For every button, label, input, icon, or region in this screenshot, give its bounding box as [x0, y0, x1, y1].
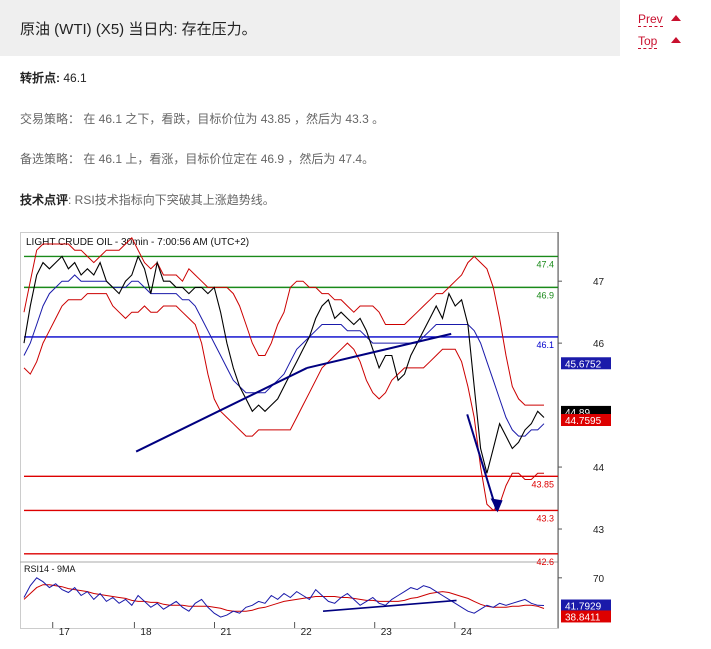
trading-strategy: 交易策略： 在 46.1 之下，看跌，目标价位为 43.85 ，然后为 43.3… [20, 112, 385, 126]
page-title: 原油 (WTI) (X5) 当日内: 存在压力。 [20, 21, 257, 38]
prev-link[interactable]: Prev [638, 12, 663, 27]
x-tick-label-22: 22 [301, 627, 313, 638]
alternative-strategy: 备选策略： 在 46.1 上，看涨，目标价位定在 46.9 ，然后为 47.4。 [20, 152, 375, 166]
y-tick-label-46: 46 [593, 339, 605, 350]
header-bar: 原油 (WTI) (X5) 当日内: 存在压力。 [0, 0, 620, 56]
price-marker-label-blue: 45.6752 [565, 359, 602, 370]
rsi-ma-label: 38.8411 [565, 612, 601, 623]
price-chart: LIGHT CRUDE OIL - 30min - 7:00:56 AM (UT… [20, 232, 611, 638]
pivot-value: 46.1 [63, 71, 87, 85]
chart-title: LIGHT CRUDE OIL - 30min - 7:00:56 AM (UT… [26, 237, 249, 248]
x-tick-label-24: 24 [461, 627, 473, 638]
top-link[interactable]: Top [638, 34, 658, 49]
x-tick-label-23: 23 [381, 627, 393, 638]
level-label-46.1: 46.1 [536, 340, 554, 350]
level-label-43.85: 43.85 [531, 479, 554, 489]
price-marker-label-red: 44.7595 [565, 416, 602, 427]
level-label-46.9: 46.9 [536, 290, 554, 300]
level-label-43.3: 43.3 [536, 513, 554, 523]
y-tick-label-44: 44 [593, 463, 605, 474]
top-up-arrow-icon[interactable] [671, 37, 681, 43]
prev-up-arrow-icon[interactable] [671, 15, 681, 21]
y-tick-label-47: 47 [593, 277, 605, 288]
y-tick-label-43: 43 [593, 525, 605, 536]
x-tick-label-18: 18 [140, 627, 152, 638]
comment-label: 技术点评 [20, 193, 69, 207]
level-label-47.4: 47.4 [536, 259, 554, 269]
pivot-label: 转折点: [20, 71, 60, 85]
comment-text: : RSI技术指标向下突破其上涨趋势线。 [68, 193, 275, 207]
pivot-point: 转折点: 46.1 [20, 69, 87, 86]
technical-comment: 技术点评: RSI技术指标向下突破其上涨趋势线。 [20, 191, 275, 208]
x-tick-label-17: 17 [59, 627, 71, 638]
level-label-42.6: 42.6 [536, 557, 554, 567]
rsi-title: RSI14 - 9MA [24, 564, 76, 574]
x-tick-label-21: 21 [221, 627, 233, 638]
rsi-tick-label-70: 70 [593, 574, 605, 585]
